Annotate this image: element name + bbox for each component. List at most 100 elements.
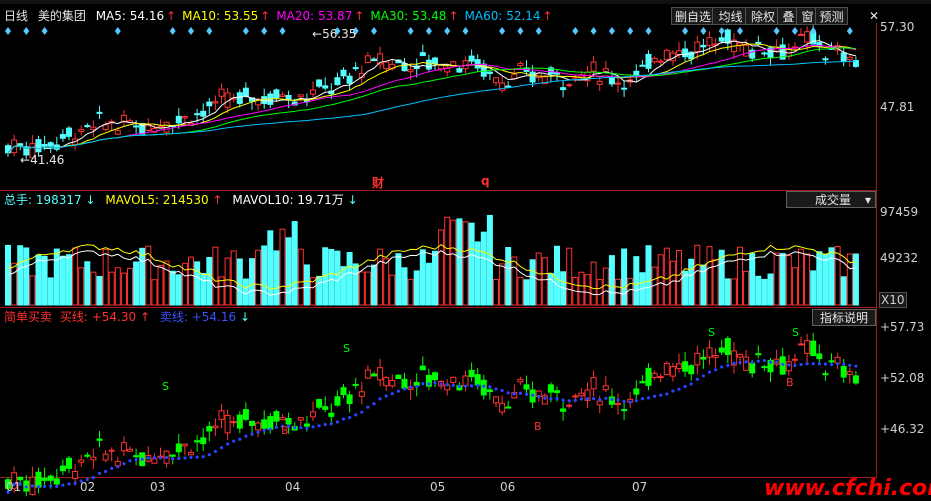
indicator-body [688,365,695,375]
q-marker[interactable]: q [481,174,490,188]
mavol10-arrow: ↓ [347,193,358,207]
sell-line-dot [677,387,681,391]
indicator-body [212,425,219,429]
volume-bar [529,259,536,306]
sell-line-dot [775,360,779,364]
x-axis-month: 05 [430,480,446,494]
sell-line-dot [195,455,199,459]
indicator-body [645,367,652,386]
indicator-help-button[interactable]: 指标说明 [812,309,876,326]
indicator-body [59,465,66,472]
volume-bar [688,258,695,306]
low-price-pointer: ← [20,153,31,167]
indicator-body [737,353,743,358]
indicator-body [578,392,585,397]
candle-body [371,58,377,62]
indicator-body [169,454,176,457]
volume-indicator-select[interactable]: 成交量 ▾ [786,191,876,208]
sell-line-dot [524,392,529,396]
candle-body [407,69,414,73]
volume-bar [291,221,298,306]
ma-line [7,43,857,154]
volume-bar [755,275,762,306]
volume-tick-high: 97459 [880,205,919,219]
sell-line-dot [134,457,138,462]
sell-line-dot [335,420,339,424]
volume-bar [395,253,402,306]
volume-bar [840,276,847,306]
finance-marker[interactable]: 财 [372,174,384,191]
b-mark: B [281,424,289,437]
sell-line-dot [189,455,193,459]
volume-bar [200,272,207,306]
volume-bar [255,249,262,306]
indicator-body [78,459,85,463]
volume-bar [706,246,713,306]
candle-body [133,125,140,128]
indicator-body [66,457,72,469]
indicator-body [127,448,133,452]
sell-line-dot [732,361,736,365]
mavol5-arrow: ↑ [212,193,223,207]
indicator-body [236,414,243,429]
sell-line-dot [744,360,748,364]
sell-line-dot [165,455,169,460]
volume-bar [23,247,30,306]
sell-line-dot [811,362,815,366]
volume-bar [517,276,524,306]
indicator-body [230,421,237,424]
indicator-body [602,385,609,391]
indicator-title[interactable]: 简单买卖 [4,310,52,324]
candle-body [17,143,24,147]
volume-unit: X10 [879,292,907,308]
volume-bar [364,271,371,306]
signal-diamond [773,27,780,35]
sell-line-dot [97,471,102,475]
sell-line-dot [201,455,205,459]
sell-line-dot [463,384,468,388]
candle-body [212,101,219,104]
volume-bar [749,253,756,306]
chevron-down-icon: ▾ [864,193,871,207]
signal-diamond [718,27,725,35]
sell-line-dot [567,399,571,403]
candle-body [608,77,615,85]
indicator-body [279,417,286,421]
volume-bar [188,256,194,306]
buy-line-arrow: ↑ [139,310,151,324]
sell-line-dot [549,397,553,401]
sell-line-dot [671,389,675,393]
indicator-body [706,347,713,358]
indicator-body [615,402,621,406]
volume-bar [169,270,176,306]
candle-body [200,110,207,117]
sell-line-dot [409,385,413,389]
candle-body [175,115,182,124]
sell-line-dot [390,392,394,396]
indicator-tick-low: +46.32 [880,422,925,436]
sell-line-dot [183,456,187,460]
signal-diamond [645,27,652,35]
x-axis-month: 07 [632,480,648,494]
indicator-body [590,377,597,390]
indicator-body [462,375,469,387]
indicator-body [316,399,323,408]
sell-line-dot [421,382,425,386]
volume-bar [773,252,780,306]
volume-bar [456,218,463,306]
sell-line-dot [561,398,565,402]
volume-bar [828,247,835,306]
sell-line-dot [366,405,370,409]
volume-bar [273,250,280,306]
ma-line [7,60,856,154]
sell-line-dot [714,368,718,372]
volume-bar [285,237,292,306]
sell-line-dot [555,396,559,401]
candlestick-chart[interactable] [0,0,931,498]
candle-body [846,56,853,61]
volume-bar [242,278,249,306]
high-price-label: ←56.35 [312,27,356,41]
volume-bar [35,254,42,306]
volume-bar [224,257,231,306]
indicator-body [261,419,268,429]
